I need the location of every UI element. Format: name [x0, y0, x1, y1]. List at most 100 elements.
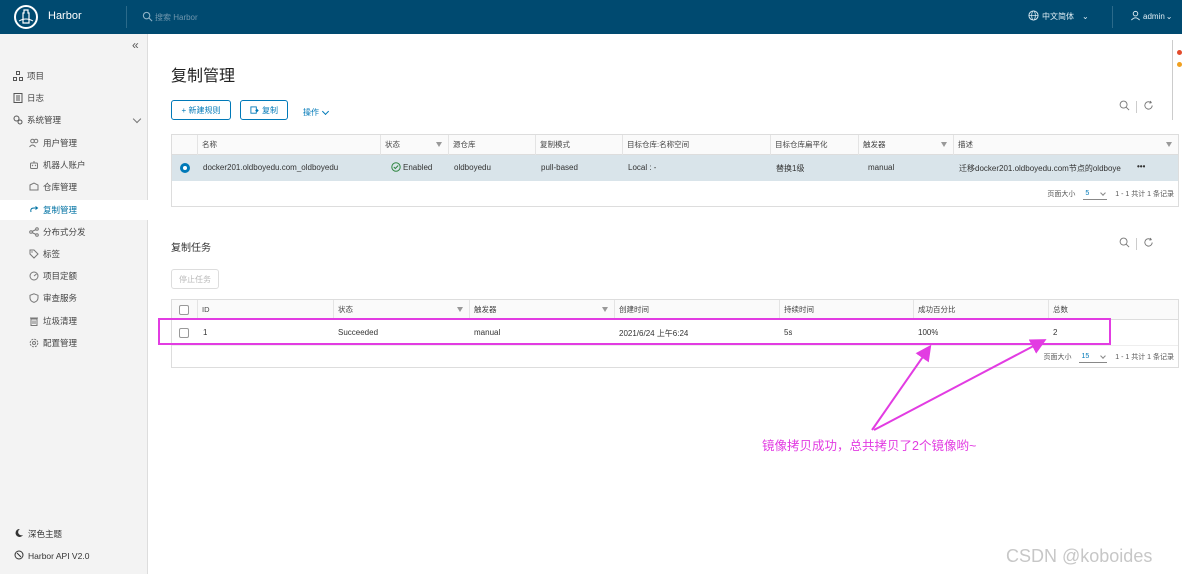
column-header[interactable]: 目标仓库:名称空间 [622, 135, 770, 155]
sidebar-item-replication[interactable]: 复制管理 [0, 200, 148, 220]
registry-icon [28, 181, 40, 193]
replicate-button[interactable]: 复制 [240, 100, 288, 120]
table-row[interactable]: docker201.oldboyedu.com_oldboyedu Enable… [172, 155, 1178, 181]
rule-dest: Local : - [628, 163, 657, 172]
column-header-status[interactable]: 状态 [333, 300, 469, 320]
rule-flatten: 替换1级 [776, 164, 805, 173]
language-label: 中文简体 [1042, 12, 1074, 21]
sidebar-item-registries[interactable]: 仓库管理 [0, 177, 148, 197]
sidebar-item-system[interactable]: 系统管理 [0, 110, 148, 130]
tasks-title: 复制任务 [171, 243, 211, 254]
column-header[interactable]: 成功百分比 [913, 300, 1048, 320]
sidebar-item-logs[interactable]: 日志 [0, 88, 148, 108]
refresh-icon[interactable] [1143, 237, 1154, 250]
search-icon [142, 11, 153, 24]
filter-icon[interactable] [941, 142, 947, 147]
page-size-value: 15 [1081, 353, 1090, 360]
column-header[interactable]: ID [197, 300, 333, 320]
sidebar-item-labels[interactable]: 标签 [0, 244, 148, 264]
column-header[interactable]: 创建时间 [614, 300, 779, 320]
sidebar-item-label: 项目 [27, 71, 45, 81]
toolbar-divider [1136, 100, 1137, 113]
page-size-label: 页面大小 [1047, 191, 1076, 198]
column-header: 描述 [958, 140, 973, 149]
language-switcher[interactable]: 中文简体 ⌄ [1028, 10, 1089, 23]
chevron-down-icon: ⌄ [1082, 12, 1089, 21]
users-icon [28, 137, 40, 149]
filter-icon[interactable] [602, 307, 608, 312]
check-circle-icon [391, 162, 401, 172]
refresh-icon[interactable] [1143, 100, 1154, 113]
search-icon[interactable] [1119, 237, 1130, 250]
actions-label: 操作 [303, 108, 319, 117]
sidebar-item-quotas[interactable]: 项目定额 [0, 266, 148, 286]
actions-dropdown[interactable]: 操作 [303, 107, 330, 118]
stop-task-button[interactable]: 停止任务 [171, 269, 219, 289]
collapse-sidebar-icon[interactable]: « [132, 38, 139, 52]
global-search[interactable] [142, 9, 342, 25]
sidebar: « 项目 日志 系统管理 用户管理 机器人账户 仓库管理 复制管理 分布式分发 … [0, 34, 148, 574]
api-label: Harbor API V2.0 [28, 551, 90, 561]
sidebar-item-users[interactable]: 用户管理 [0, 133, 148, 153]
rule-source: oldboyedu [454, 163, 491, 172]
column-header[interactable]: 源仓库 [448, 135, 535, 155]
sidebar-item-gc[interactable]: 垃圾清理 [0, 311, 148, 331]
chevron-down-icon [321, 107, 330, 115]
column-header-trigger[interactable]: 触发器 [469, 300, 614, 320]
filter-icon[interactable] [1166, 142, 1172, 147]
column-header[interactable]: 总数 [1048, 300, 1178, 320]
tasks-grid-header: ID 状态 触发器 创建时间 持续时间 成功百分比 总数 [172, 300, 1178, 320]
replicate-label: 复制 [262, 105, 278, 115]
column-header: 状态 [338, 305, 353, 314]
column-header[interactable]: 持续时间 [779, 300, 913, 320]
share-icon [28, 226, 40, 238]
rules-pagination: 页面大小 5 1 - 1 共计 1 条记录 [1047, 188, 1174, 200]
chevron-down-icon [1100, 189, 1107, 196]
new-rule-button[interactable]: + 新建规则 [171, 100, 231, 120]
side-widget [1172, 40, 1182, 120]
search-input[interactable] [155, 12, 305, 22]
column-header-trigger[interactable]: 触发器 [858, 135, 953, 155]
sidebar-item-scanners[interactable]: 审查服务 [0, 288, 148, 308]
gear-icon [28, 337, 40, 349]
column-header-status[interactable]: 状态 [380, 135, 448, 155]
filter-icon[interactable] [457, 307, 463, 312]
system-icon [12, 114, 24, 126]
user-icon [1130, 10, 1143, 23]
page-title: 复制管理 [171, 68, 236, 85]
dark-theme-label: 深色主题 [28, 529, 63, 539]
page-size-value: 5 [1085, 190, 1090, 197]
more-icon[interactable]: ••• [1137, 162, 1145, 171]
sidebar-item-projects[interactable]: 项目 [0, 66, 148, 86]
filter-icon[interactable] [436, 142, 442, 147]
user-menu[interactable]: admin ⌄ [1130, 10, 1173, 23]
replicate-icon [250, 105, 259, 115]
sidebar-item-label: 项目定额 [43, 271, 78, 281]
api-link[interactable]: Harbor API V2.0 [14, 550, 89, 562]
annotation-text: 镜像拷贝成功，总共拷贝了2个镜像哟~ [762, 439, 977, 453]
chevron-down-icon [132, 114, 142, 124]
pagination-summary: 1 - 1 共计 1 条记录 [1115, 191, 1174, 198]
brand-name[interactable]: Harbor [48, 10, 82, 22]
tasks-toolbar-icons [1119, 237, 1154, 250]
highlight-box [158, 318, 1111, 345]
select-all-checkbox[interactable] [179, 305, 189, 315]
dark-theme-toggle[interactable]: 深色主题 [14, 528, 62, 540]
page-size-select[interactable]: 15 [1079, 351, 1108, 363]
sidebar-item-label: 系统管理 [27, 115, 62, 125]
sidebar-item-robots[interactable]: 机器人账户 [0, 155, 148, 175]
rule-mode: pull-based [541, 163, 578, 172]
harbor-logo-icon[interactable] [14, 5, 38, 29]
row-radio[interactable] [180, 163, 190, 173]
tag-icon [28, 248, 40, 260]
sidebar-item-label: 审查服务 [43, 293, 78, 303]
column-header-description[interactable]: 描述 [953, 135, 1178, 155]
column-header[interactable]: 复制模式 [535, 135, 622, 155]
column-header[interactable]: 目标仓库扁平化 [770, 135, 858, 155]
search-icon[interactable] [1119, 100, 1130, 113]
page-size-select[interactable]: 5 [1083, 188, 1108, 200]
replication-rules-grid: 名称 状态 源仓库 复制模式 目标仓库:名称空间 目标仓库扁平化 触发器 描述 … [171, 134, 1179, 207]
sidebar-item-distribution[interactable]: 分布式分发 [0, 222, 148, 242]
sidebar-item-config[interactable]: 配置管理 [0, 333, 148, 353]
column-header[interactable]: 名称 [197, 135, 380, 155]
